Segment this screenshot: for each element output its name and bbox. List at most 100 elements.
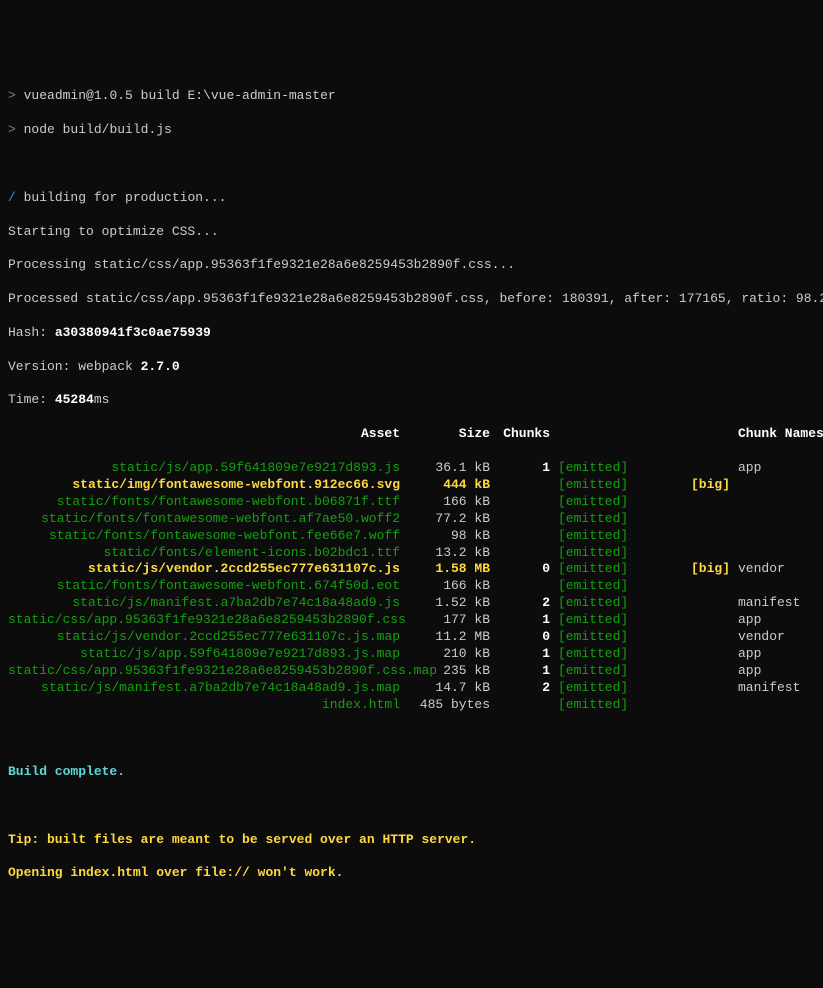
asset-chunks [498, 578, 558, 595]
optimize-line: Starting to optimize CSS... [8, 224, 815, 241]
chunk-names [738, 697, 823, 714]
asset-size: 14.7 kB [408, 680, 498, 697]
emitted-label: [emitted] [558, 578, 678, 595]
asset-chunks: 1 [498, 663, 558, 680]
big-label: [big] [678, 477, 738, 494]
chunk-names [738, 545, 823, 562]
asset-chunks [498, 494, 558, 511]
asset-size: 11.2 MB [408, 629, 498, 646]
asset-chunks: 0 [498, 629, 558, 646]
emitted-label: [emitted] [558, 612, 678, 629]
emitted-label: [emitted] [558, 697, 678, 714]
header-emit [558, 426, 678, 443]
emitted-label: [emitted] [558, 545, 678, 562]
header-size: Size [408, 426, 498, 443]
asset-chunks [498, 545, 558, 562]
emitted-label: [emitted] [558, 511, 678, 528]
emitted-label: [emitted] [558, 460, 678, 477]
processing-line: Processing static/css/app.95363f1fe9321e… [8, 257, 815, 274]
table-row: static/fonts/element-icons.b02bdc1.ttf13… [8, 545, 815, 562]
chunk-names [738, 528, 823, 545]
asset-size: 235 kB [408, 663, 498, 680]
emitted-label: [emitted] [558, 646, 678, 663]
emitted-label: [emitted] [558, 629, 678, 646]
asset-name: static/fonts/element-icons.b02bdc1.ttf [8, 545, 408, 562]
chunk-names: app [738, 612, 823, 629]
build-complete: Build complete. [8, 764, 815, 781]
emitted-label: [emitted] [558, 528, 678, 545]
asset-name: static/fonts/fontawesome-webfont.af7ae50… [8, 511, 408, 528]
table-row: static/js/manifest.a7ba2db7e74c18a48ad9.… [8, 595, 815, 612]
chunk-names: app [738, 663, 823, 680]
table-row: static/fonts/fontawesome-webfont.af7ae50… [8, 511, 815, 528]
prompt-line-2: > node build/build.js [8, 122, 815, 139]
building-text: building for production... [24, 190, 227, 205]
big-label [678, 578, 738, 595]
spinner-icon: / [8, 190, 16, 205]
table-row: index.html485 bytes [emitted] [8, 697, 815, 714]
chunk-names [738, 477, 823, 494]
table-row: static/fonts/fontawesome-webfont.b06871f… [8, 494, 815, 511]
time-line: Time: 45284ms [8, 392, 815, 409]
chunk-names: app [738, 460, 823, 477]
version-value: 2.7.0 [141, 359, 180, 374]
tip-line-1: Tip: built files are meant to be served … [8, 832, 815, 849]
emitted-label: [emitted] [558, 561, 678, 578]
big-label [678, 646, 738, 663]
big-label [678, 680, 738, 697]
asset-size: 77.2 kB [408, 511, 498, 528]
asset-chunks: 1 [498, 460, 558, 477]
chunk-names: manifest [738, 595, 823, 612]
asset-name: static/js/vendor.2ccd255ec777e631107c.js [8, 561, 408, 578]
table-row: static/js/vendor.2ccd255ec777e631107c.js… [8, 561, 815, 578]
big-label [678, 612, 738, 629]
tip-line-2: Opening index.html over file:// won't wo… [8, 865, 815, 882]
table-header: Asset Size Chunks Chunk Names [8, 426, 815, 443]
asset-chunks: 1 [498, 646, 558, 663]
processed-line: Processed static/css/app.95363f1fe9321e2… [8, 291, 815, 308]
prompt-line-1: > vueadmin@1.0.5 build E:\vue-admin-mast… [8, 88, 815, 105]
table-row: static/fonts/fontawesome-webfont.fee66e7… [8, 528, 815, 545]
emitted-label: [emitted] [558, 595, 678, 612]
asset-name: static/js/manifest.a7ba2db7e74c18a48ad9.… [8, 680, 408, 697]
asset-name: index.html [8, 697, 408, 714]
big-label: [big] [678, 561, 738, 578]
asset-chunks [498, 511, 558, 528]
table-row: static/img/fontawesome-webfont.912ec66.s… [8, 477, 815, 494]
asset-size: 1.52 kB [408, 595, 498, 612]
asset-name: static/js/vendor.2ccd255ec777e631107c.js… [8, 629, 408, 646]
big-label [678, 494, 738, 511]
asset-size: 444 kB [408, 477, 498, 494]
table-row: static/js/app.59f641809e7e9217d893.js.ma… [8, 646, 815, 663]
emitted-label: [emitted] [558, 477, 678, 494]
big-label [678, 595, 738, 612]
big-label [678, 545, 738, 562]
header-asset: Asset [8, 426, 408, 443]
table-row: static/fonts/fontawesome-webfont.674f50d… [8, 578, 815, 595]
chunk-names: manifest [738, 680, 823, 697]
asset-size: 1.58 MB [408, 561, 498, 578]
building-line: / building for production... [8, 190, 815, 207]
time-value: 45284 [55, 392, 94, 407]
asset-size: 485 bytes [408, 697, 498, 714]
asset-size: 210 kB [408, 646, 498, 663]
hash-line: Hash: a30380941f3c0ae75939 [8, 325, 815, 342]
chunk-names [738, 511, 823, 528]
prompt-text: vueadmin@1.0.5 build E:\vue-admin-master [24, 88, 336, 103]
prompt-text: node build/build.js [24, 122, 172, 137]
asset-name: static/js/app.59f641809e7e9217d893.js [8, 460, 408, 477]
prompt-marker: > [8, 88, 16, 103]
asset-chunks [498, 528, 558, 545]
time-unit: ms [94, 392, 110, 407]
version-label: Version: webpack [8, 359, 141, 374]
prompt-marker: > [8, 122, 16, 137]
header-big [678, 426, 738, 443]
header-names: Chunk Names [738, 426, 823, 443]
big-label [678, 528, 738, 545]
asset-name: static/fonts/fontawesome-webfont.674f50d… [8, 578, 408, 595]
blank-line [8, 156, 815, 173]
table-row: static/js/manifest.a7ba2db7e74c18a48ad9.… [8, 680, 815, 697]
blank-line [8, 730, 815, 747]
emitted-label: [emitted] [558, 663, 678, 680]
big-label [678, 460, 738, 477]
